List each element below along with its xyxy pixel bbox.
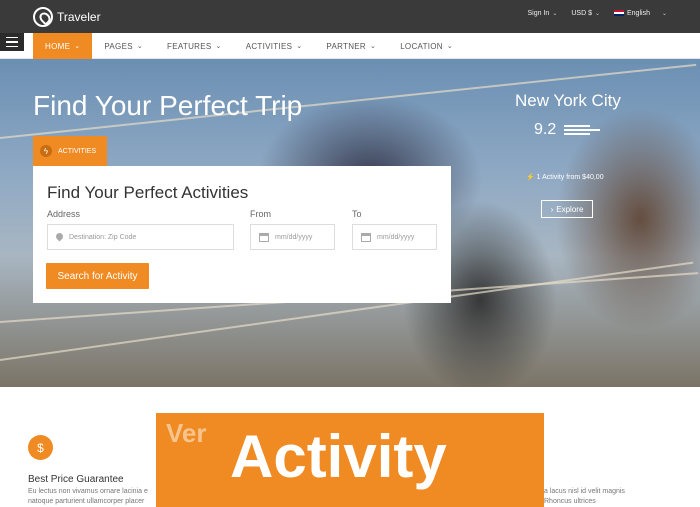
nav-item-activities[interactable]: ACTIVITIES ⌄: [234, 33, 315, 59]
ver-activity-overlay: Ver Activity: [156, 413, 544, 507]
address-label: Address: [47, 209, 81, 219]
rating-bar: [564, 125, 591, 127]
map-pin-icon: [56, 233, 63, 242]
overlay-small-text: Ver: [166, 418, 207, 448]
nav-item-home[interactable]: HOME ⌄: [33, 33, 93, 59]
chevron-down-icon: ⌄: [74, 43, 81, 50]
feature-text-line: natoque parturient ullamcorper placer: [28, 498, 145, 505]
to-placeholder: mm/dd/yyyy: [377, 233, 415, 241]
nav-label: ACTIVITIES: [245, 41, 293, 51]
chevron-down-icon: ⌄: [215, 43, 222, 50]
address-input[interactable]: Destination: Zip Code: [47, 224, 234, 250]
chevron-down-icon: ⌄: [661, 11, 667, 17]
calendar-icon: [259, 232, 269, 242]
nav-label: FEATURES: [167, 41, 212, 51]
menu-line: [6, 45, 18, 48]
nav-label: HOME: [45, 41, 71, 51]
from-date-input[interactable]: mm/dd/yyyy: [250, 224, 335, 250]
nav-item-partner[interactable]: PARTNER ⌄: [314, 33, 388, 59]
chevron-down-icon: ⌄: [594, 11, 600, 17]
top-bar: Traveler Sign In ⌄ USD $ ⌄ English ⌄: [0, 0, 700, 33]
from-label: From: [250, 209, 271, 219]
language-label: English: [627, 10, 650, 17]
explore-label: Explore: [556, 204, 584, 214]
menu-toggle-button[interactable]: [0, 33, 24, 51]
sign-in-link[interactable]: Sign In ⌄: [528, 10, 558, 17]
nav-label: PAGES: [104, 41, 133, 51]
address-placeholder: Destination: Zip Code: [69, 233, 137, 241]
feature-text-line: Eu lectus non vivamus ornare lacinia e: [28, 488, 148, 495]
to-date-input[interactable]: mm/dd/yyyy: [352, 224, 437, 250]
chevron-right-icon: ›: [550, 204, 554, 214]
search-panel-title: Find Your Perfect Activities: [47, 183, 249, 202]
nav-label: LOCATION: [400, 41, 443, 51]
nav-items: HOME ⌄ PAGES ⌄ FEATURES ⌄ ACTIVITIES ⌄ PARTN…: [33, 33, 465, 59]
currency-selector[interactable]: USD $ ⌄: [571, 10, 600, 17]
language-selector[interactable]: English ⌄: [614, 10, 667, 17]
activity-count: ⚡ 1 Activity from $40,00: [526, 174, 604, 181]
calendar-icon: [361, 232, 371, 242]
feature-text-line: a lacus nisl id velit magnis: [544, 488, 625, 495]
to-label: To: [352, 209, 362, 219]
feature-title: Best Price Guarantee: [28, 474, 124, 485]
currency-label: USD $: [571, 10, 592, 17]
explore-button[interactable]: › Explore: [541, 200, 593, 218]
logo-text: Traveler: [57, 10, 101, 24]
destination-rating: 9.2: [534, 121, 601, 139]
menu-line: [6, 41, 18, 43]
chevron-down-icon: ⌄: [136, 43, 144, 50]
menu-line: [6, 36, 18, 39]
chevron-down-icon: ⌄: [552, 11, 558, 17]
rating-value: 9.2: [534, 121, 557, 138]
tab-label: ACTIVITIES: [58, 147, 97, 155]
lightning-icon: ϟ: [40, 145, 52, 157]
sign-in-label: Sign In: [527, 10, 550, 17]
tab-activities[interactable]: ϟ ACTIVITIES: [33, 136, 107, 166]
nav-item-features[interactable]: FEATURES ⌄: [155, 33, 234, 59]
feature-text-line: Rhoncus ultrices: [544, 498, 596, 505]
chevron-down-icon: ⌄: [370, 43, 377, 50]
overlay-big-text: Activity: [230, 423, 447, 490]
nav-label: PARTNER: [326, 41, 367, 51]
hero-title: Find Your Perfect Trip: [33, 90, 303, 121]
rating-bars-icon: [564, 125, 601, 135]
activity-count-label: 1 Activity from $40,00: [536, 174, 604, 181]
dollar-icon: $: [28, 435, 53, 460]
search-panel: Find Your Perfect Activities Address Des…: [33, 166, 451, 303]
top-right-links: Sign In ⌄ USD $ ⌄ English ⌄: [528, 10, 667, 17]
nav-item-pages[interactable]: PAGES ⌄: [92, 33, 155, 59]
nav-item-location[interactable]: LOCATION ⌄: [388, 33, 465, 59]
uk-flag-icon: [614, 10, 624, 17]
destination-city: New York City: [515, 91, 621, 110]
search-activity-button[interactable]: Search for Activity: [46, 263, 149, 289]
chevron-down-icon: ⌄: [296, 43, 303, 50]
main-nav: HOME ⌄ PAGES ⌄ FEATURES ⌄ ACTIVITIES ⌄ PARTN…: [0, 33, 700, 59]
chevron-down-icon: ⌄: [446, 43, 454, 50]
logo[interactable]: Traveler: [33, 7, 101, 27]
logo-pin-icon: [33, 7, 53, 27]
rating-bar: [564, 133, 591, 135]
hero-banner: Find Your Perfect Trip New York City 9.2…: [0, 59, 700, 387]
from-placeholder: mm/dd/yyyy: [275, 233, 313, 241]
rating-bar: [564, 129, 601, 131]
